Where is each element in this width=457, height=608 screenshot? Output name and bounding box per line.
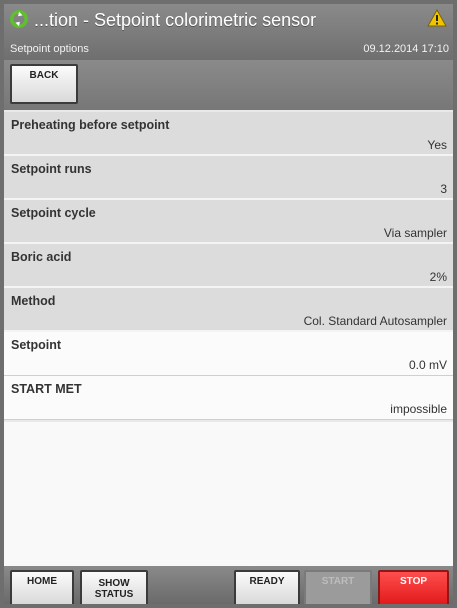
show-status-label: SHOW STATUS xyxy=(82,572,146,600)
home-button-label: HOME xyxy=(27,576,57,587)
list-item-label: Preheating before setpoint xyxy=(11,118,170,132)
title-bar: ...tion - Setpoint colorimetric sensor S… xyxy=(4,4,453,60)
ready-button[interactable]: READY xyxy=(234,570,300,604)
list-item-value: 0.0 mV xyxy=(408,358,447,372)
datetime: 09.12.2014 17:10 xyxy=(363,43,449,55)
stop-button-label: STOP xyxy=(399,576,428,587)
empty-list-area xyxy=(4,422,453,570)
list-item-label: Boric acid xyxy=(11,250,72,264)
list-item-value: 3 xyxy=(440,182,447,196)
start-button-label: START xyxy=(321,576,355,587)
list-item-value: impossible xyxy=(390,402,447,416)
list-item-start-met[interactable]: START MET impossible xyxy=(4,376,453,420)
page-title: ...tion - Setpoint colorimetric sensor xyxy=(34,10,317,30)
warning-triangle-icon[interactable] xyxy=(427,9,447,27)
settings-list: Preheating before setpoint Yes Setpoint … xyxy=(4,112,453,420)
recycle-arrows-icon xyxy=(10,10,28,28)
list-item-preheating[interactable]: Preheating before setpoint Yes xyxy=(4,112,453,156)
list-item-value: Yes xyxy=(427,138,447,152)
list-item-label: Setpoint xyxy=(11,338,61,352)
list-item-setpoint-runs[interactable]: Setpoint runs 3 xyxy=(4,156,453,200)
list-item-label: Setpoint cycle xyxy=(11,206,96,220)
footer-bar: HOME SHOW STATUS READY START STOP xyxy=(4,566,453,604)
back-button-label: BACK xyxy=(29,70,59,81)
page-subtitle: Setpoint options xyxy=(10,43,89,55)
list-item-value: 2% xyxy=(429,270,447,284)
list-item-label: START MET xyxy=(11,382,82,396)
show-status-line2: STATUS xyxy=(94,589,134,600)
home-button[interactable]: HOME xyxy=(10,570,74,604)
list-item-value: Col. Standard Autosampler xyxy=(303,314,447,328)
list-item-value: Via sampler xyxy=(383,226,447,240)
list-item-method[interactable]: Method Col. Standard Autosampler xyxy=(4,288,453,332)
start-button[interactable]: START xyxy=(304,570,372,604)
list-item-label: Method xyxy=(11,294,56,308)
toolbar: BACK xyxy=(4,60,453,110)
device-screen: ...tion - Setpoint colorimetric sensor S… xyxy=(4,4,453,604)
list-item-label: Setpoint runs xyxy=(11,162,92,176)
back-button[interactable]: BACK xyxy=(10,64,78,104)
show-status-line1: SHOW xyxy=(98,578,130,589)
ready-button-label: READY xyxy=(249,576,285,587)
list-item-setpoint-cycle[interactable]: Setpoint cycle Via sampler xyxy=(4,200,453,244)
list-item-setpoint[interactable]: Setpoint 0.0 mV xyxy=(4,332,453,376)
list-item-boric-acid[interactable]: Boric acid 2% xyxy=(4,244,453,288)
stop-button[interactable]: STOP xyxy=(378,570,449,604)
show-status-button[interactable]: SHOW STATUS xyxy=(80,570,148,604)
